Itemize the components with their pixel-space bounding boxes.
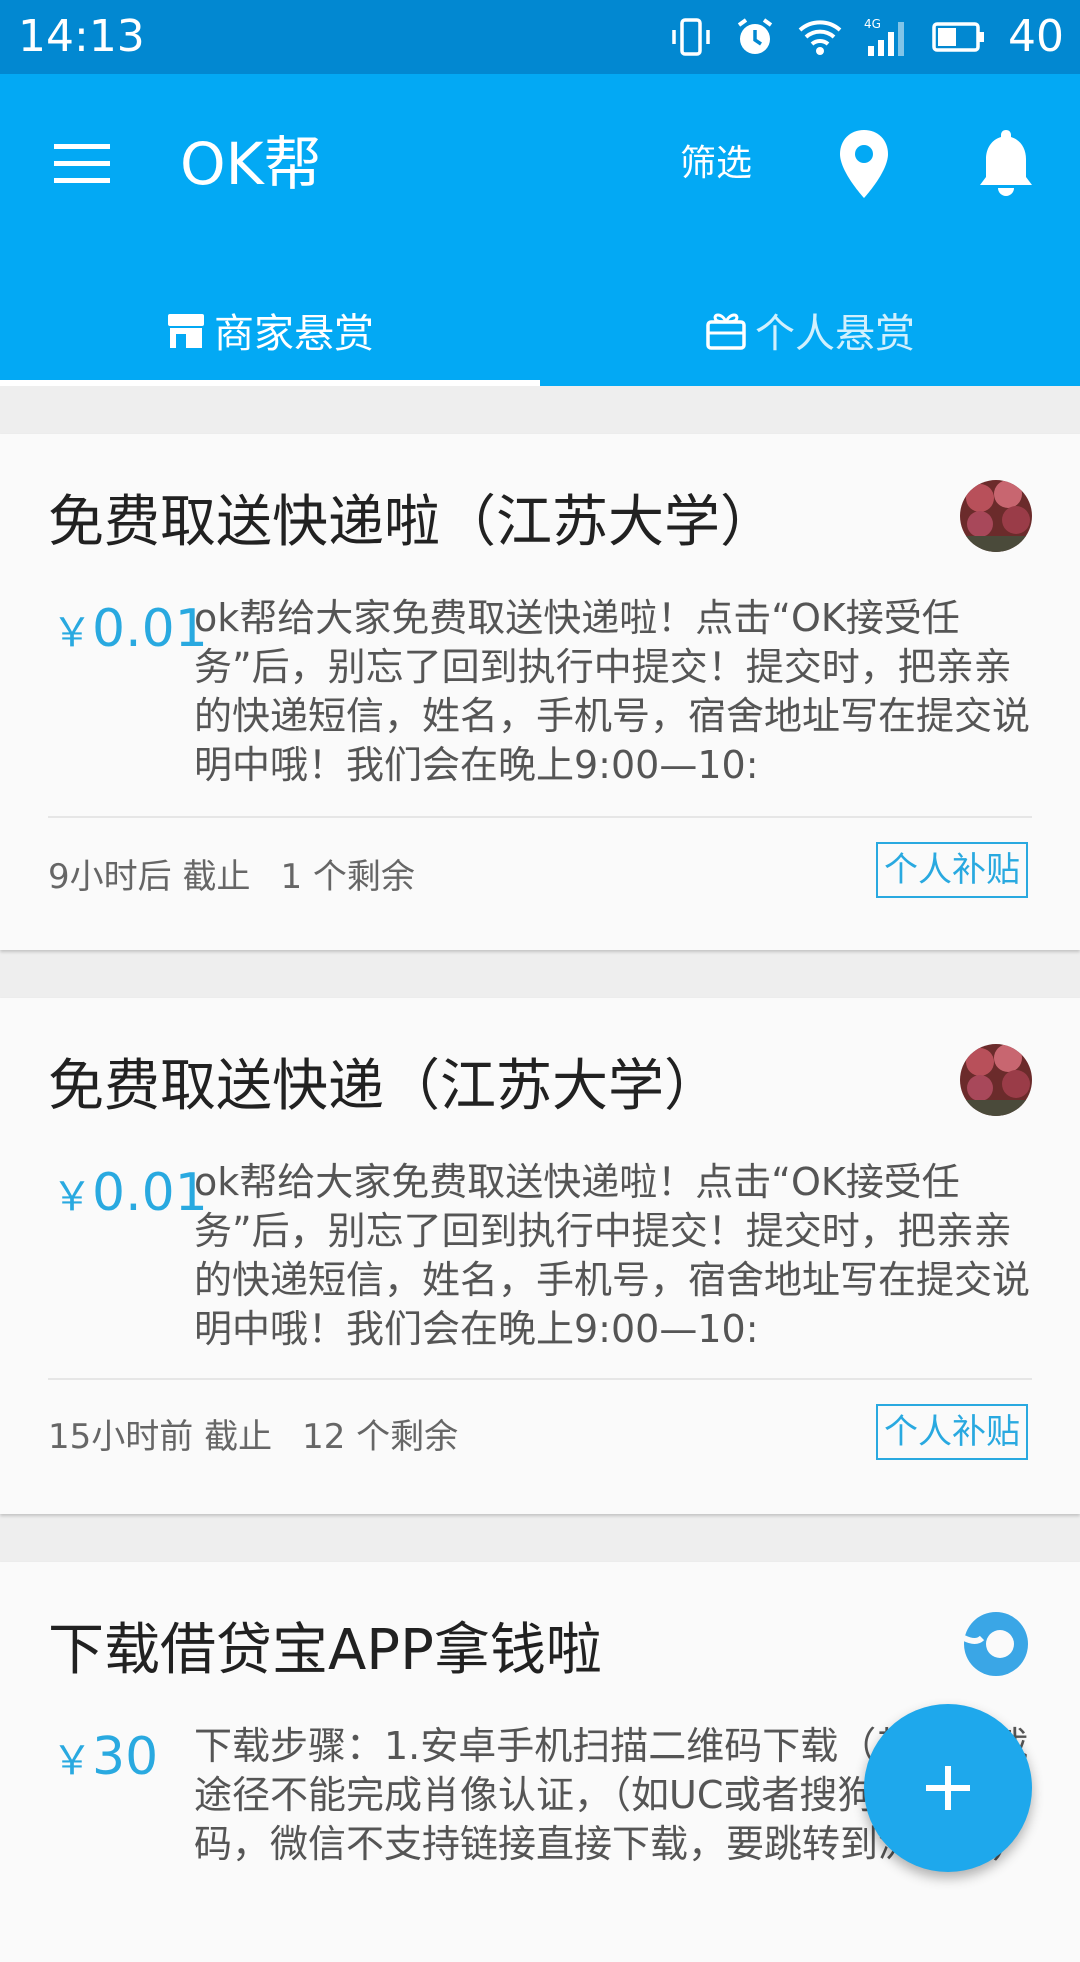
battery-level: 40: [1008, 11, 1064, 62]
plus-icon: [926, 1766, 970, 1810]
subsidy-tag-button[interactable]: 个人补贴: [876, 842, 1028, 898]
reward-card[interactable]: 免费取送快递啦（江苏大学） ￥0.01 ok帮给大家免费取送快递啦！点击“OK接…: [0, 434, 1080, 950]
deadline: 15小时前 截止: [48, 1417, 273, 1457]
tab-label: 个人悬赏: [755, 311, 915, 357]
tab-personal-reward[interactable]: 个人悬赏: [540, 274, 1080, 386]
remaining-count: 1 个剩余: [280, 857, 415, 897]
status-bar: 14:13 4G 40: [0, 0, 1080, 74]
app-title: OK帮: [180, 130, 322, 198]
status-time: 14:13: [18, 11, 145, 62]
card-description: ok帮给大家免费取送快递啦！点击“OK接受任务”后，别忘了回到执行中提交！提交时…: [194, 1160, 1030, 1351]
add-button[interactable]: [864, 1704, 1032, 1872]
card-description: ok帮给大家免费取送快递啦！点击“OK接受任务”后，别忘了回到执行中提交！提交时…: [194, 596, 1030, 787]
divider: [48, 1378, 1032, 1380]
menu-icon[interactable]: [52, 134, 112, 194]
notification-bell-icon[interactable]: [976, 126, 1036, 200]
app-bar: OK帮 筛选 商家悬赏 个人悬赏: [0, 74, 1080, 386]
avatar-image: [960, 1608, 1032, 1680]
vibrate-icon: [672, 18, 710, 56]
avatar[interactable]: [960, 480, 1032, 552]
alarm-icon: [737, 18, 773, 54]
remaining-count: 12 个剩余: [302, 1417, 459, 1457]
card-meta: 9小时后 截止 1 个剩余: [48, 852, 415, 902]
card-title: 免费取送快递（江苏大学）: [48, 1054, 720, 1119]
avatar-image: [960, 480, 1032, 552]
filter-button[interactable]: 筛选: [680, 136, 752, 192]
wifi-icon: [798, 20, 842, 55]
deadline: 9小时后 截止: [48, 857, 251, 897]
card-title: 下载借贷宝APP拿钱啦: [48, 1618, 602, 1683]
status-icons: 4G 40: [670, 10, 1064, 64]
avatar[interactable]: [960, 1044, 1032, 1116]
svg-text:4G: 4G: [864, 17, 881, 31]
divider: [48, 816, 1032, 818]
avatar-image: [960, 1044, 1032, 1116]
gift-icon: [706, 313, 746, 350]
location-pin-icon[interactable]: [836, 128, 892, 200]
card-title: 免费取送快递啦（江苏大学）: [48, 490, 776, 555]
reward-price: ￥0.01: [52, 1163, 208, 1223]
reward-price: ￥0.01: [52, 599, 208, 659]
avatar[interactable]: [960, 1608, 1032, 1680]
tab-merchant-reward[interactable]: 商家悬赏: [0, 274, 540, 386]
reward-card[interactable]: 免费取送快递（江苏大学） ￥0.01 ok帮给大家免费取送快递啦！点击“OK接受…: [0, 998, 1080, 1514]
tab-label: 商家悬赏: [214, 311, 374, 357]
battery-icon: [932, 22, 984, 52]
signal-4g-icon: 4G: [864, 17, 904, 56]
store-icon: [168, 314, 204, 348]
card-meta: 15小时前 截止 12 个剩余: [48, 1412, 458, 1462]
reward-price: ￥30: [52, 1727, 159, 1787]
tab-indicator: [0, 380, 540, 386]
subsidy-tag-button[interactable]: 个人补贴: [876, 1404, 1028, 1460]
